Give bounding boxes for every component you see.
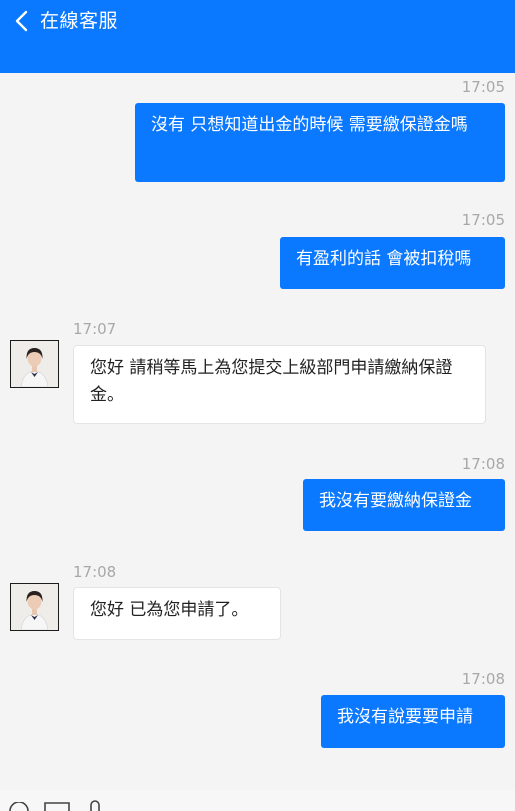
outgoing-message: 有盈利的話 會被扣稅嗎 (280, 237, 505, 289)
keyboard-icon[interactable] (44, 802, 70, 811)
agent-avatar-image (11, 341, 58, 387)
message-timestamp: 17:05 (461, 78, 505, 96)
agent-avatar (10, 583, 59, 631)
page-title: 在線客服 (40, 10, 119, 32)
outgoing-message: 沒有 只想知道出金的時候 需要繳保證金嗎 (135, 103, 505, 182)
incoming-message: 您好 已為您申請了。 (73, 587, 281, 640)
chevron-left-icon (15, 10, 28, 32)
message-timestamp: 17:08 (461, 670, 505, 688)
app-header: 在線客服 (0, 0, 515, 73)
agent-avatar-image (11, 584, 58, 630)
attachment-icon[interactable] (88, 800, 102, 811)
back-button[interactable] (8, 6, 34, 36)
outgoing-message: 我沒有要繳納保證金 (303, 479, 505, 531)
emoji-icon[interactable] (8, 802, 30, 811)
agent-avatar (10, 340, 59, 388)
message-timestamp: 17:08 (73, 563, 117, 581)
message-timestamp: 17:08 (461, 455, 505, 473)
input-toolbar (0, 790, 515, 811)
message-timestamp: 17:05 (461, 211, 505, 229)
message-timestamp: 17:07 (73, 320, 117, 338)
incoming-message: 您好 請稍等馬上為您提交上級部門申請繳納保證金。 (73, 345, 486, 424)
outgoing-message: 我沒有說要要申請 (321, 695, 505, 748)
